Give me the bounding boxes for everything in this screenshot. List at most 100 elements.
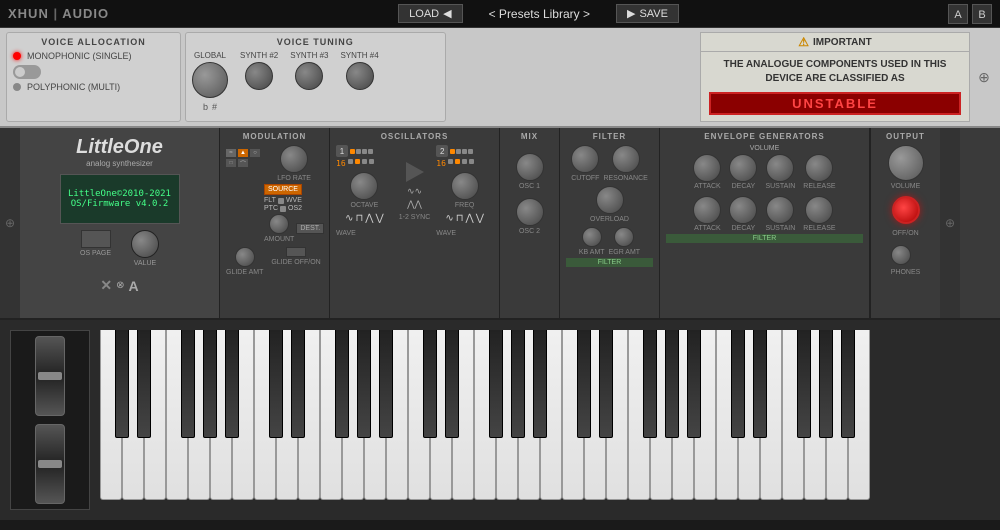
vol-output-label: VOLUME: [891, 183, 921, 190]
key-fs3[interactable]: [489, 330, 503, 438]
lfo-rate-knob[interactable]: [280, 145, 308, 173]
resonance-knob[interactable]: [612, 145, 640, 173]
flt-attack-knob[interactable]: [693, 196, 721, 224]
filter-knobs-top: CUTOFF RESONANCE: [566, 145, 653, 182]
vol-output-knob[interactable]: [888, 145, 924, 181]
poly-row: POLYPHONIC (MULTI): [13, 82, 174, 92]
key-fs5[interactable]: [797, 330, 811, 438]
osc1-octave-knob[interactable]: [350, 172, 378, 200]
vol-sustain-knob[interactable]: [766, 154, 794, 182]
osc1-wave-saw-icon[interactable]: ⋀: [365, 213, 373, 224]
cutoff-knob[interactable]: [571, 145, 599, 173]
voice-allocation-panel: VOICE ALLOCATION MONOPHONIC (SINGLE) POL…: [6, 32, 181, 122]
global-knob[interactable]: [192, 62, 228, 98]
filter-title: FILTER: [566, 132, 653, 141]
key-ds4[interactable]: [599, 330, 613, 438]
expand-right-btn[interactable]: ⊕: [974, 32, 994, 122]
osc2-wave-sine-icon[interactable]: ∿: [445, 213, 453, 224]
key-gs4[interactable]: [665, 330, 679, 438]
key-as3[interactable]: [533, 330, 547, 438]
phones-knob[interactable]: [891, 245, 911, 265]
expand-left-btn[interactable]: ⊕: [0, 128, 20, 318]
osc1-wave-sine-icon[interactable]: ∿: [345, 213, 353, 224]
key-as2[interactable]: [379, 330, 393, 438]
voice-toggle[interactable]: [13, 65, 41, 79]
osc2-wave-saw-icon[interactable]: ⋀: [466, 213, 474, 224]
os-controls: OS PAGE VALUE: [80, 230, 159, 267]
glide-amt-knob[interactable]: [235, 247, 255, 267]
key-ds1[interactable]: [137, 330, 151, 438]
key-cs1[interactable]: [115, 330, 129, 438]
flt-row: FLT WVE: [264, 197, 324, 204]
osc2-freq-knob[interactable]: [451, 172, 479, 200]
key-cs3[interactable]: [423, 330, 437, 438]
piano-keyboard[interactable]: [100, 330, 1000, 510]
overload-knob[interactable]: [596, 186, 624, 214]
presets-library[interactable]: < Presets Library >: [473, 5, 606, 23]
key-cs5[interactable]: [731, 330, 745, 438]
osc1-led3: [362, 149, 367, 154]
osc2-wave-rev-icon[interactable]: ⋁: [476, 213, 484, 224]
amount-knob[interactable]: [269, 214, 289, 234]
power-button[interactable]: [892, 196, 920, 224]
key-fs4[interactable]: [643, 330, 657, 438]
key-as4[interactable]: [687, 330, 701, 438]
logo-sep: |: [53, 6, 62, 21]
cutoff-group: CUTOFF: [571, 145, 599, 182]
egr-amt-knob[interactable]: [614, 227, 634, 247]
key-gs5[interactable]: [819, 330, 833, 438]
key-ds2[interactable]: [291, 330, 305, 438]
mod-wheel[interactable]: [35, 424, 65, 504]
important-title: IMPORTANT: [813, 37, 872, 48]
key-fs2[interactable]: [335, 330, 349, 438]
key-as1[interactable]: [225, 330, 239, 438]
source-btn[interactable]: SOURCE: [264, 184, 302, 195]
key-gs2[interactable]: [357, 330, 371, 438]
save-button[interactable]: ▶ SAVE: [616, 4, 679, 23]
key-cs4[interactable]: [577, 330, 591, 438]
vol-attack-knob[interactable]: [693, 154, 721, 182]
synth2-knob[interactable]: [245, 62, 273, 90]
glide-offon-label: GLIDE OFF/ON: [271, 259, 320, 266]
osc2-mix-knob[interactable]: [516, 198, 544, 226]
vol-decay-knob[interactable]: [729, 154, 757, 182]
key-fs1[interactable]: [181, 330, 195, 438]
synth3-knob[interactable]: [295, 62, 323, 90]
pitch-wheel[interactable]: [35, 336, 65, 416]
value-label: VALUE: [134, 260, 156, 267]
synth4-knob[interactable]: [346, 62, 374, 90]
brand-divider: ⊗: [116, 280, 124, 291]
flt-release-knob[interactable]: [805, 196, 833, 224]
expand-right-synth-btn[interactable]: ⊕: [940, 128, 960, 318]
os-page-btn[interactable]: [81, 230, 111, 248]
amount-dest-row: AMOUNT DEST.: [264, 214, 324, 243]
flt-sustain-knob[interactable]: [766, 196, 794, 224]
sync-wave2-icon: ⋀⋀: [407, 199, 422, 210]
key-as5[interactable]: [841, 330, 855, 438]
mono-row: MONOPHONIC (SINGLE): [13, 51, 174, 61]
load-button[interactable]: LOAD ◀: [398, 4, 462, 23]
key-ds3[interactable]: [445, 330, 459, 438]
key-cs2[interactable]: [269, 330, 283, 438]
value-knob[interactable]: [131, 230, 159, 258]
osc1-mix-knob[interactable]: [516, 153, 544, 181]
key-ds5[interactable]: [753, 330, 767, 438]
kb-amt-knob[interactable]: [582, 227, 602, 247]
osc1-led2: [356, 149, 361, 154]
mod-knob-area: LFO RATE SOURCE FLT WVE PTC OS2: [264, 145, 324, 243]
dest-btn[interactable]: DEST.: [296, 223, 324, 234]
os-page-group: OS PAGE: [80, 230, 111, 267]
osc1-mix-label: OSC 1: [519, 183, 540, 190]
osc1-wave-rev-icon[interactable]: ⋁: [375, 213, 383, 224]
key-gs1[interactable]: [203, 330, 217, 438]
b-button[interactable]: B: [972, 4, 992, 24]
osc1-wave-square-icon[interactable]: ⊓: [355, 213, 363, 224]
key-gs3[interactable]: [511, 330, 525, 438]
glide-toggle[interactable]: [286, 247, 306, 257]
synth4-label: SYNTH #4: [340, 51, 378, 60]
vol-release-knob[interactable]: [805, 154, 833, 182]
flt-decay-knob[interactable]: [729, 196, 757, 224]
output-section: OUTPUT VOLUME OFF/ON PHONES: [870, 128, 940, 318]
osc2-wave-square-icon[interactable]: ⊓: [456, 213, 464, 224]
a-button[interactable]: A: [948, 4, 968, 24]
